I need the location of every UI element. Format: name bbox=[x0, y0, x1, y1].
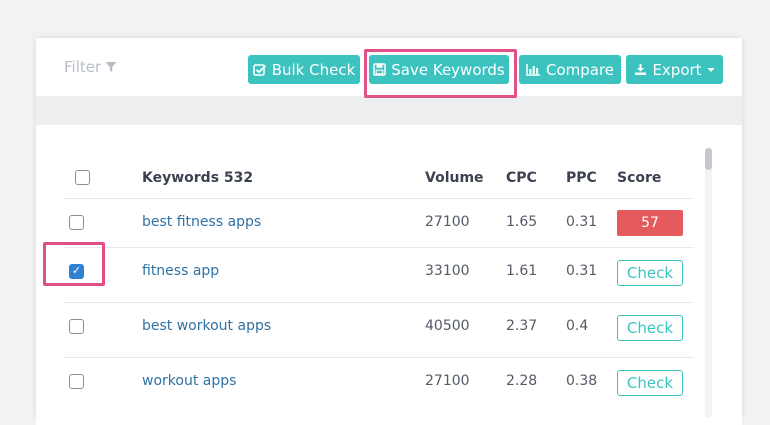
ppc-cell: 0.31 bbox=[566, 263, 598, 279]
keywords-table: Keywords 532 Volume CPC PPC Score best f… bbox=[36, 125, 742, 425]
bar-chart-icon bbox=[526, 63, 541, 76]
row-divider bbox=[64, 357, 694, 358]
row-checkbox[interactable] bbox=[69, 374, 84, 389]
volume-cell: 27100 bbox=[425, 214, 470, 230]
bulk-check-label: Bulk Check bbox=[271, 60, 356, 79]
cpc-cell: 2.28 bbox=[506, 373, 538, 389]
header-score[interactable]: Score bbox=[617, 170, 661, 186]
row-checkbox[interactable] bbox=[69, 319, 84, 334]
save-keywords-highlight bbox=[364, 49, 517, 98]
scroll-thumb[interactable] bbox=[705, 148, 712, 170]
header-cpc[interactable]: CPC bbox=[506, 170, 537, 186]
toolbar: Filter Bulk Check Save Keywords Compare bbox=[36, 38, 742, 98]
compare-button[interactable]: Compare bbox=[519, 55, 621, 84]
export-dropdown-button[interactable]: Export bbox=[626, 55, 723, 84]
keyword-panel: Filter Bulk Check Save Keywords Compare bbox=[36, 38, 742, 425]
keyword-link[interactable]: fitness app bbox=[142, 263, 219, 279]
volume-cell: 27100 bbox=[425, 373, 470, 389]
row-divider bbox=[64, 247, 694, 248]
check-score-button[interactable]: Check bbox=[617, 370, 683, 396]
bulk-check-button[interactable]: Bulk Check bbox=[248, 55, 360, 84]
check-score-button[interactable]: Check bbox=[617, 260, 683, 286]
download-icon bbox=[634, 63, 647, 76]
vertical-scrollbar[interactable] bbox=[705, 148, 712, 418]
cpc-cell: 1.61 bbox=[506, 263, 538, 279]
ppc-cell: 0.38 bbox=[566, 373, 598, 389]
row-checkbox[interactable] bbox=[69, 215, 84, 230]
keyword-link[interactable]: best fitness apps bbox=[142, 214, 261, 230]
ppc-cell: 0.4 bbox=[566, 318, 589, 334]
caret-down-icon bbox=[707, 67, 715, 73]
header-keywords: Keywords 532 bbox=[142, 170, 254, 186]
volume-cell: 40500 bbox=[425, 318, 470, 334]
filter-button[interactable]: Filter bbox=[64, 58, 117, 76]
compare-label: Compare bbox=[545, 60, 615, 79]
keyword-link[interactable]: best workout apps bbox=[142, 318, 271, 334]
filter-label: Filter bbox=[64, 58, 102, 76]
select-all-checkbox[interactable] bbox=[75, 170, 90, 185]
score-badge: 57 bbox=[617, 210, 683, 236]
keyword-link[interactable]: workout apps bbox=[142, 373, 236, 389]
cpc-cell: 2.37 bbox=[506, 318, 538, 334]
row-divider bbox=[64, 198, 694, 199]
ppc-cell: 0.31 bbox=[566, 214, 598, 230]
checkbox-icon bbox=[252, 63, 267, 77]
row-divider bbox=[64, 302, 694, 303]
header-volume[interactable]: Volume bbox=[425, 170, 484, 186]
header-ppc[interactable]: PPC bbox=[566, 170, 597, 186]
export-label: Export bbox=[652, 60, 702, 79]
checkbox-highlight bbox=[43, 242, 105, 286]
cpc-cell: 1.65 bbox=[506, 214, 538, 230]
funnel-icon bbox=[105, 61, 117, 73]
check-score-button[interactable]: Check bbox=[617, 315, 683, 341]
volume-cell: 33100 bbox=[425, 263, 470, 279]
